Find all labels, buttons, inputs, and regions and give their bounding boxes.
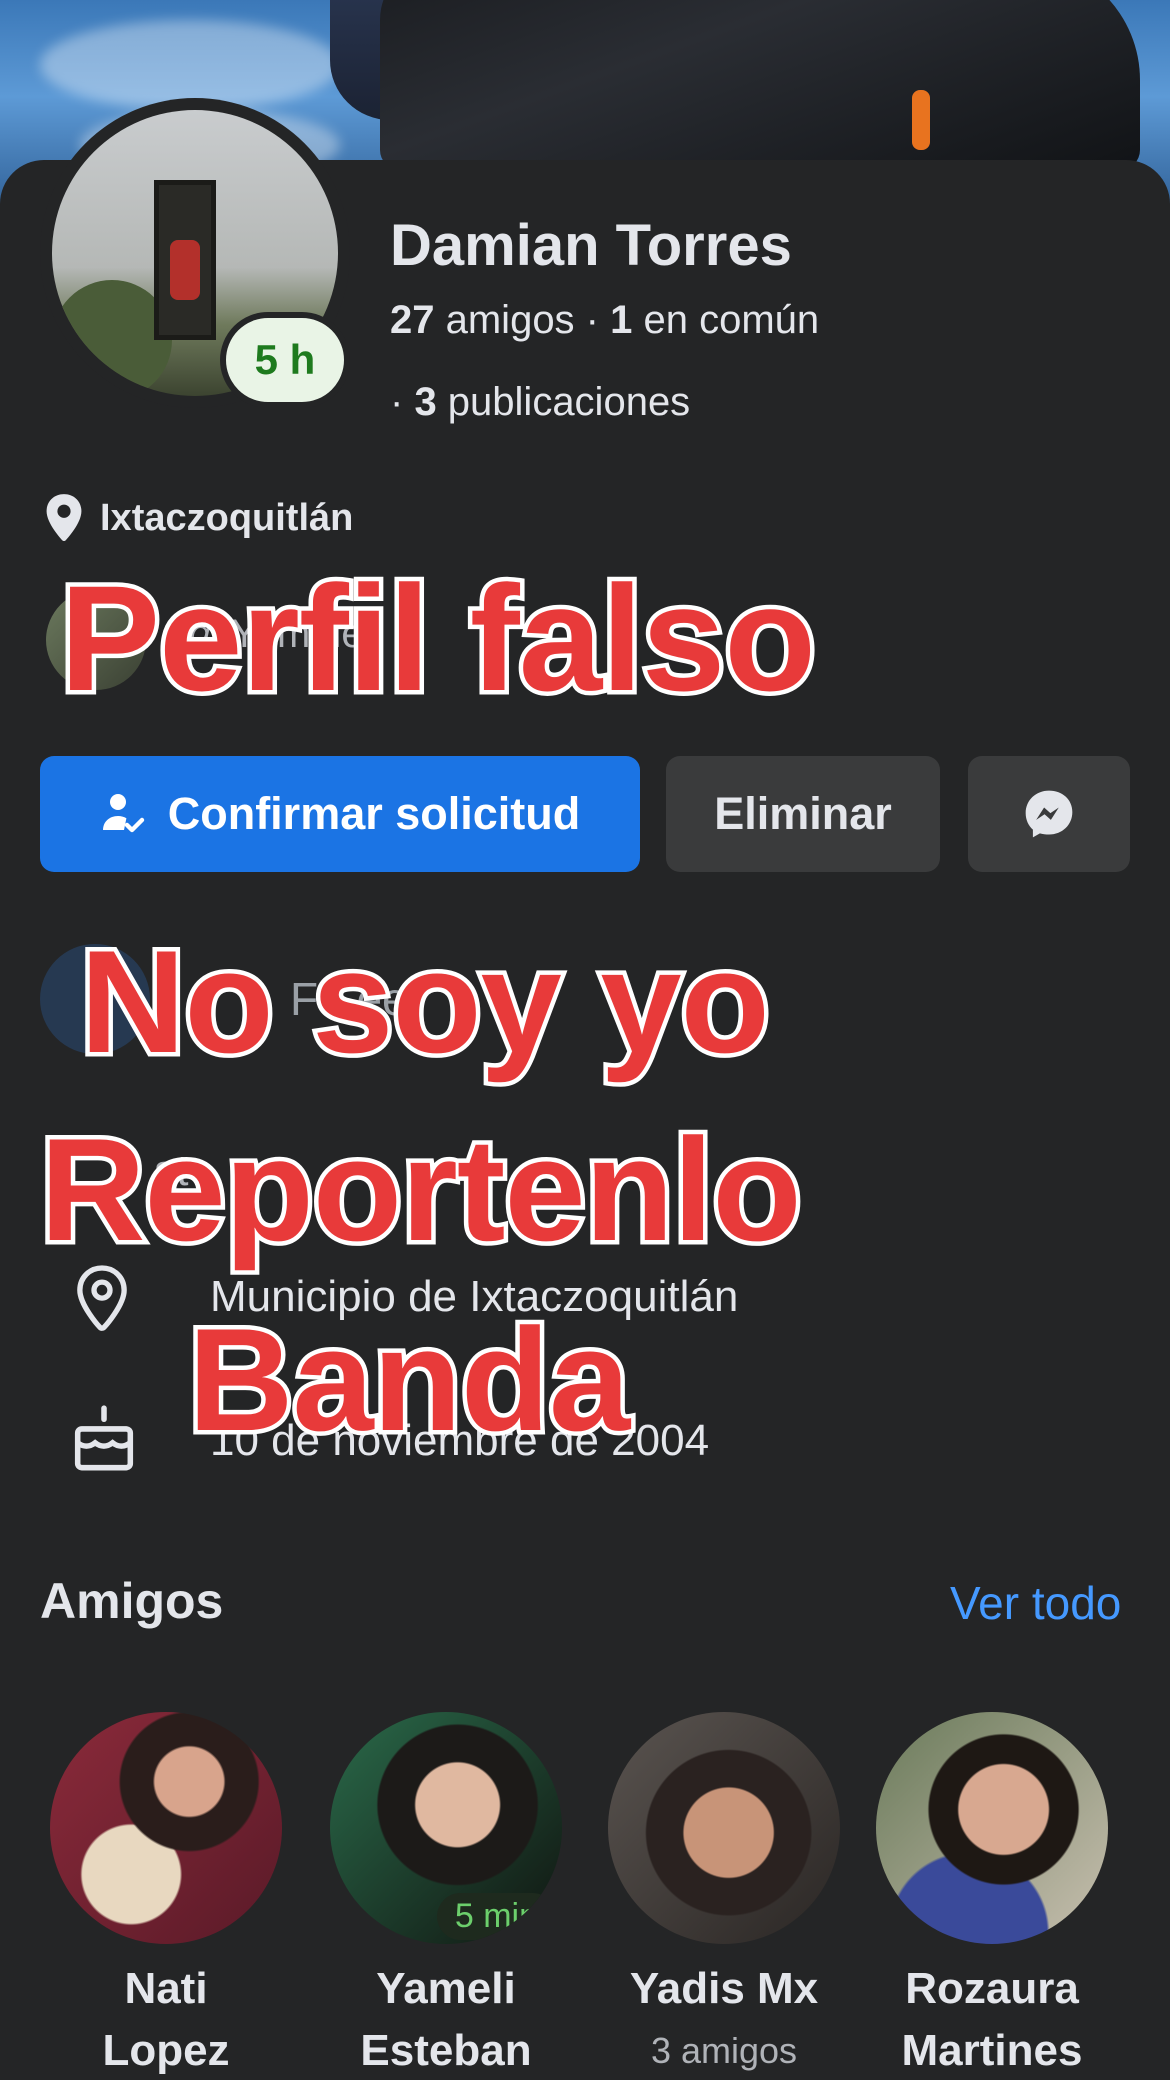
messenger-button[interactable] <box>968 756 1130 872</box>
friend-second-name: Esteban <box>360 2026 532 2075</box>
friend-first-name: Yameli <box>376 1964 516 2013</box>
friend-second-name: Lopez <box>102 2026 230 2075</box>
mutual-word: en común <box>632 298 820 342</box>
overlay-caption-banda: Banda <box>183 1294 634 1466</box>
delete-request-label: Eliminar <box>714 788 892 839</box>
friend-mutual-count: 3 amigos <box>650 2030 798 2071</box>
location-text: Ixtaczoquitlán <box>100 496 354 539</box>
friend-card[interactable]: Nati Lopez <box>36 1712 296 2080</box>
cover-motorcycle-light <box>912 90 930 150</box>
friends-word: amigos · <box>434 298 611 342</box>
delete-request-button[interactable]: Eliminar <box>666 756 940 872</box>
avatar-figure <box>170 240 200 300</box>
confirm-request-button[interactable]: Confirmar solicitud <box>40 756 640 872</box>
friends-count: 27 <box>390 298 435 342</box>
friend-card[interactable]: 5 min Yameli Esteban <box>316 1712 576 2080</box>
location-row: Ixtaczoquitlán <box>42 492 353 544</box>
overlay-caption-not-me: No soy yo <box>76 916 775 1088</box>
posts-prefix: · <box>390 380 415 424</box>
friend-first-name: Rozaura <box>905 1964 1079 2013</box>
birthday-cake-icon <box>74 1405 134 1471</box>
cover-motorcycle <box>380 0 1140 170</box>
posts-count: 3 <box>414 380 437 424</box>
friend-avatar <box>876 1712 1108 1944</box>
mutual-count: 1 <box>610 298 633 342</box>
overlay-caption-fake-profile: Perfil falso <box>56 550 821 727</box>
posts-word: publicaciones <box>436 380 691 424</box>
location-pin-icon <box>46 494 82 542</box>
profile-friend-stats[interactable]: 27 amigos · 1 en común <box>390 298 819 343</box>
cover-cloud <box>40 20 340 110</box>
friend-card[interactable]: Yadis Mx 3 amigos <box>594 1712 854 2080</box>
person-check-icon <box>102 794 144 833</box>
story-time-badge: 5 h <box>220 312 350 408</box>
profile-post-stats: · 3 publicaciones <box>390 380 690 425</box>
profile-name: Damian Torres <box>390 213 792 278</box>
friend-avatar <box>50 1712 282 1944</box>
messenger-icon <box>1025 790 1073 838</box>
friends-section-title: Amigos <box>40 1573 224 1629</box>
friend-first-name: Nati <box>124 1964 208 2013</box>
friend-avatar <box>608 1712 840 1944</box>
confirm-request-label: Confirmar solicitud <box>167 788 581 839</box>
see-all-friends-link[interactable]: Ver todo <box>950 1576 1121 1630</box>
friend-second-name: Martines <box>901 2026 1083 2075</box>
friend-avatar: 5 min <box>330 1712 562 1944</box>
overlay-caption-report: Reportenlo <box>36 1104 807 1276</box>
birthday-row: 10 de noviembre de 2004 <box>70 1404 709 1476</box>
friend-active-badge: 5 min <box>436 1893 556 1940</box>
friend-card[interactable]: Rozaura Martines <box>862 1712 1122 2080</box>
friend-first-name: Yadis Mx <box>629 1964 819 2013</box>
